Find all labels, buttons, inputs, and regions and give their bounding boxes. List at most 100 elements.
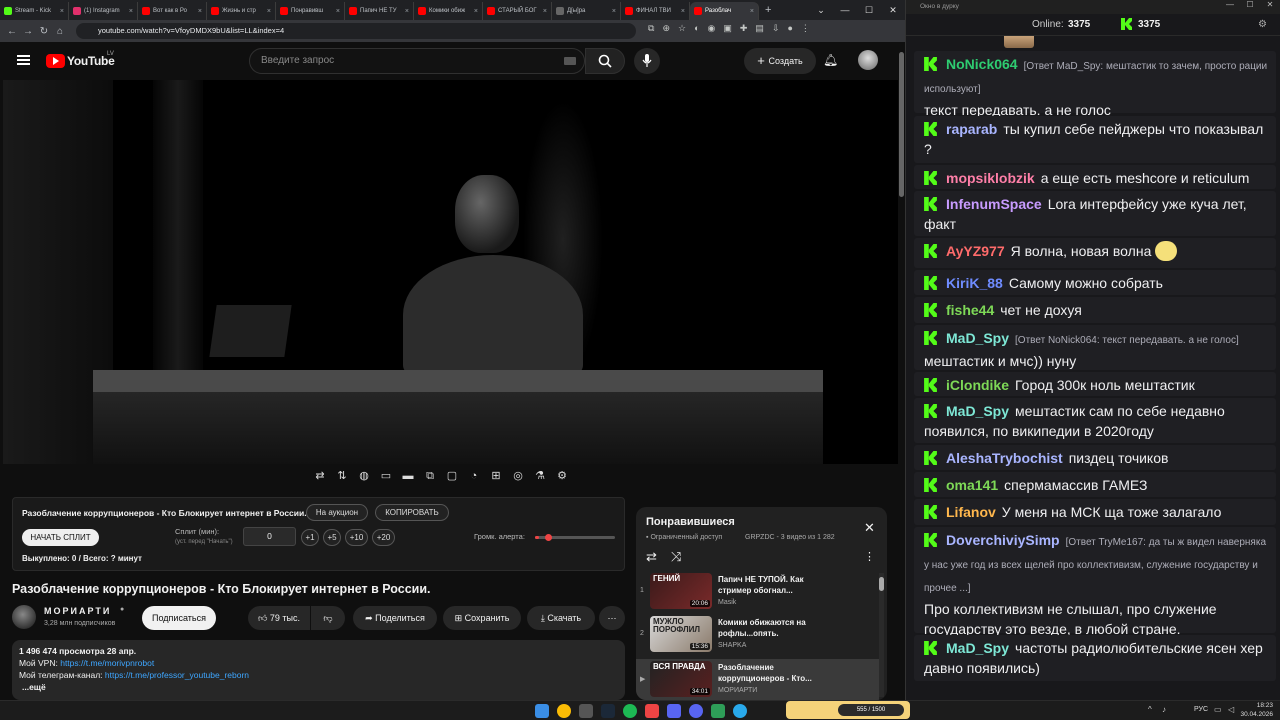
notifications-bell-icon[interactable]: 🔔︎ xyxy=(823,53,838,67)
close-tab-icon[interactable]: × xyxy=(750,8,754,15)
voice-search-button[interactable] xyxy=(634,48,660,74)
chat-username[interactable]: iClondike xyxy=(946,377,1009,393)
minimize-button[interactable]: — xyxy=(833,5,857,15)
close-tab-icon[interactable]: × xyxy=(336,8,340,15)
chat-username[interactable]: MaD_Spy xyxy=(946,403,1009,419)
playlist-item[interactable]: 2 МУЖЛО ПОРОФЛИЛ 15:36 Комики обижаются на … xyxy=(636,614,879,656)
profile-icon[interactable]: ● xyxy=(787,23,792,34)
download-icon[interactable]: ⇩ xyxy=(772,23,780,34)
app-icon[interactable] xyxy=(689,704,703,718)
video-player[interactable] xyxy=(3,80,898,464)
browser-tab[interactable]: (1) Instagram × xyxy=(69,2,138,20)
app-icon[interactable] xyxy=(645,704,659,718)
extension-icon[interactable]: ◐ xyxy=(694,23,699,34)
save-button[interactable]: ⊞ Сохранить xyxy=(443,606,521,630)
increment-5-button[interactable]: +5 xyxy=(323,529,341,546)
description-box[interactable]: 1 496 474 просмотра 28 апр. Мой VPN: htt… xyxy=(12,640,625,700)
close-tab-icon[interactable]: × xyxy=(612,8,616,15)
sort-icon[interactable]: ⇅ xyxy=(334,468,350,484)
puzzle-icon[interactable]: ✚ xyxy=(740,23,748,34)
start-split-button[interactable]: НАЧАТЬ СПЛИТ xyxy=(22,529,99,546)
show-more-link[interactable]: ...ещё xyxy=(19,681,618,693)
playlist-item[interactable]: 1 ГЕНИЙ 20:06 Папич НЕ ТУПОЙ. Как стример о… xyxy=(636,571,879,613)
lab-icon[interactable]: ⚗ xyxy=(532,468,548,484)
chat-username[interactable]: mopsiklobzik xyxy=(946,170,1035,186)
create-button[interactable]: + Создать xyxy=(744,48,816,74)
install-icon[interactable]: ⧉ xyxy=(648,23,654,34)
maximize-button[interactable]: ☐ xyxy=(1240,0,1260,14)
increment-10-button[interactable]: +10 xyxy=(345,529,368,546)
meme-party-widget[interactable]: 555 / 1500 xyxy=(786,701,910,719)
video-thumbnail[interactable]: ГЕНИЙ 20:06 xyxy=(650,573,712,609)
browser-tab[interactable]: СТАРЫЙ БОГ × xyxy=(483,2,552,20)
close-tab-icon[interactable]: × xyxy=(129,8,133,15)
playlist-menu-icon[interactable]: ⋮ xyxy=(864,550,875,563)
user-avatar[interactable] xyxy=(858,50,878,70)
chat-username[interactable]: DoverchiviySimp xyxy=(946,532,1060,548)
browser-tab[interactable]: Жизнь и стр × xyxy=(207,2,276,20)
audio-icon[interactable]: ◍ xyxy=(356,468,372,484)
download-button[interactable]: ⤓ Скачать xyxy=(527,606,595,630)
pip-icon[interactable]: ⧉ xyxy=(422,468,438,484)
chat-username[interactable]: NoNick064 xyxy=(946,56,1018,72)
discord-icon[interactable] xyxy=(667,704,681,718)
increment-1-button[interactable]: +1 xyxy=(301,529,319,546)
close-tab-icon[interactable]: × xyxy=(474,8,478,15)
search-button[interactable] xyxy=(585,48,625,74)
tab-groups-icon[interactable]: ▤ xyxy=(755,23,764,34)
loop-playlist-icon[interactable]: ⇄ xyxy=(646,549,657,565)
network-icon[interactable]: ▭ xyxy=(1214,705,1222,714)
chat-username[interactable]: fishe44 xyxy=(946,302,994,318)
playlist-scrollbar[interactable] xyxy=(879,573,884,697)
page-scroll-thumb[interactable] xyxy=(899,52,904,197)
chat-username[interactable]: AyYZ977 xyxy=(946,243,1005,259)
browser-tab[interactable]: Stream - Kick × xyxy=(0,2,69,20)
shuffle-icon[interactable]: ⤨ xyxy=(671,549,681,565)
more-actions-button[interactable]: ⋯ xyxy=(599,606,625,630)
steam-icon[interactable] xyxy=(601,704,615,718)
spotify-icon[interactable] xyxy=(623,704,637,718)
new-tab-button[interactable]: + xyxy=(765,4,771,16)
channel-avatar[interactable] xyxy=(12,605,36,629)
chat-username[interactable]: Lifanov xyxy=(946,504,996,520)
close-tab-icon[interactable]: × xyxy=(198,8,202,15)
browser-tab[interactable]: Папич НЕ ТУ × xyxy=(345,2,414,20)
video-thumbnail[interactable]: МУЖЛО ПОРОФЛИЛ 15:36 xyxy=(650,616,712,652)
chat-username[interactable]: raparab xyxy=(946,121,997,137)
chat-username[interactable]: InfenumSpace xyxy=(946,196,1042,212)
menu-icon[interactable]: ⋮ xyxy=(801,23,810,34)
back-icon[interactable]: ← xyxy=(4,26,20,37)
chat-username[interactable]: MaD_Spy xyxy=(946,330,1009,346)
loop-icon[interactable]: ⇄ xyxy=(312,468,328,484)
playlist-scroll-thumb[interactable] xyxy=(879,577,884,591)
bookmark-star-icon[interactable]: ☆ xyxy=(678,23,686,34)
chat-username[interactable]: oma141 xyxy=(946,477,998,493)
mic-tray-icon[interactable]: ♪ xyxy=(1162,705,1166,714)
chrome-icon[interactable] xyxy=(557,704,571,718)
forward-icon[interactable]: → xyxy=(20,26,36,37)
browser-tab[interactable]: Понравивш × xyxy=(276,2,345,20)
copy-button[interactable]: КОПИРОВАТЬ xyxy=(375,504,449,521)
url-field[interactable]: youtube.com/watch?v=VfoyDMDX9bU&list=LL&… xyxy=(76,23,636,39)
start-icon[interactable] xyxy=(535,704,549,718)
browser-tab[interactable]: Комики обиж × xyxy=(414,2,483,20)
volume-icon[interactable]: ◁ xyxy=(1228,705,1234,714)
clock-time[interactable]: 18:23 xyxy=(1245,702,1273,709)
minimize-button[interactable]: — xyxy=(1220,0,1240,14)
telegram-icon[interactable] xyxy=(733,704,747,718)
auction-button[interactable]: На аукцион xyxy=(306,504,368,521)
channel-name[interactable]: МОРИАРТИ xyxy=(44,606,111,616)
maximize-button[interactable]: ☐ xyxy=(857,5,881,16)
close-tab-icon[interactable]: × xyxy=(543,8,547,15)
close-window-button[interactable]: ✕ xyxy=(1260,0,1280,14)
cinema-icon[interactable]: ▭ xyxy=(378,468,394,484)
chat-username[interactable]: AleshaTrybochist xyxy=(946,450,1063,466)
close-window-button[interactable]: ✕ xyxy=(881,5,905,16)
settings-gear-icon[interactable]: ⚙ xyxy=(554,468,570,484)
dislike-button[interactable]: 👎︎ xyxy=(311,606,345,630)
vpn-link[interactable]: https://t.me/morivpnrobot xyxy=(60,658,154,668)
like-button[interactable]: 👍︎ 79 тыс. xyxy=(248,606,310,630)
reload-icon[interactable]: ↻ xyxy=(36,26,52,37)
increment-20-button[interactable]: +20 xyxy=(372,529,395,546)
share-button[interactable]: ➦ Поделиться xyxy=(353,606,437,630)
